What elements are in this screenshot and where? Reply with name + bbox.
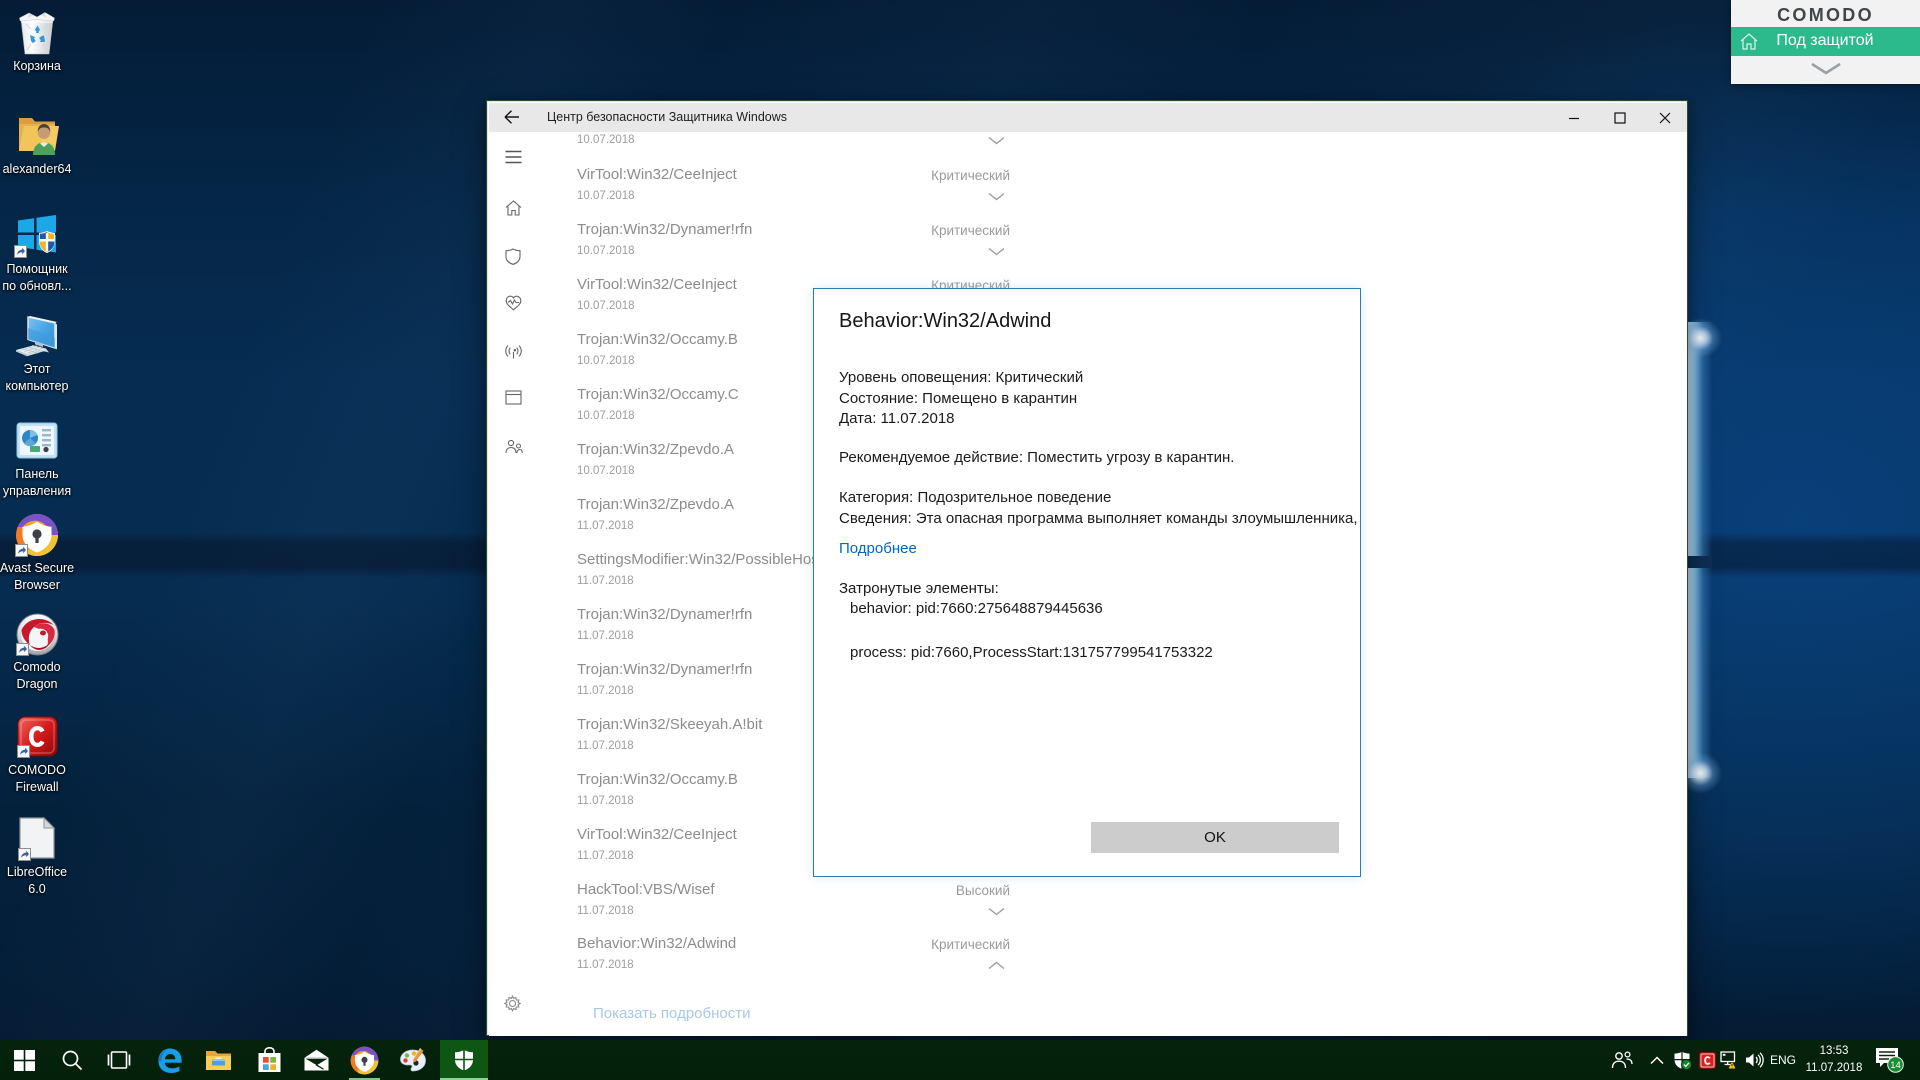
svg-text:14: 14 (1890, 1060, 1901, 1071)
